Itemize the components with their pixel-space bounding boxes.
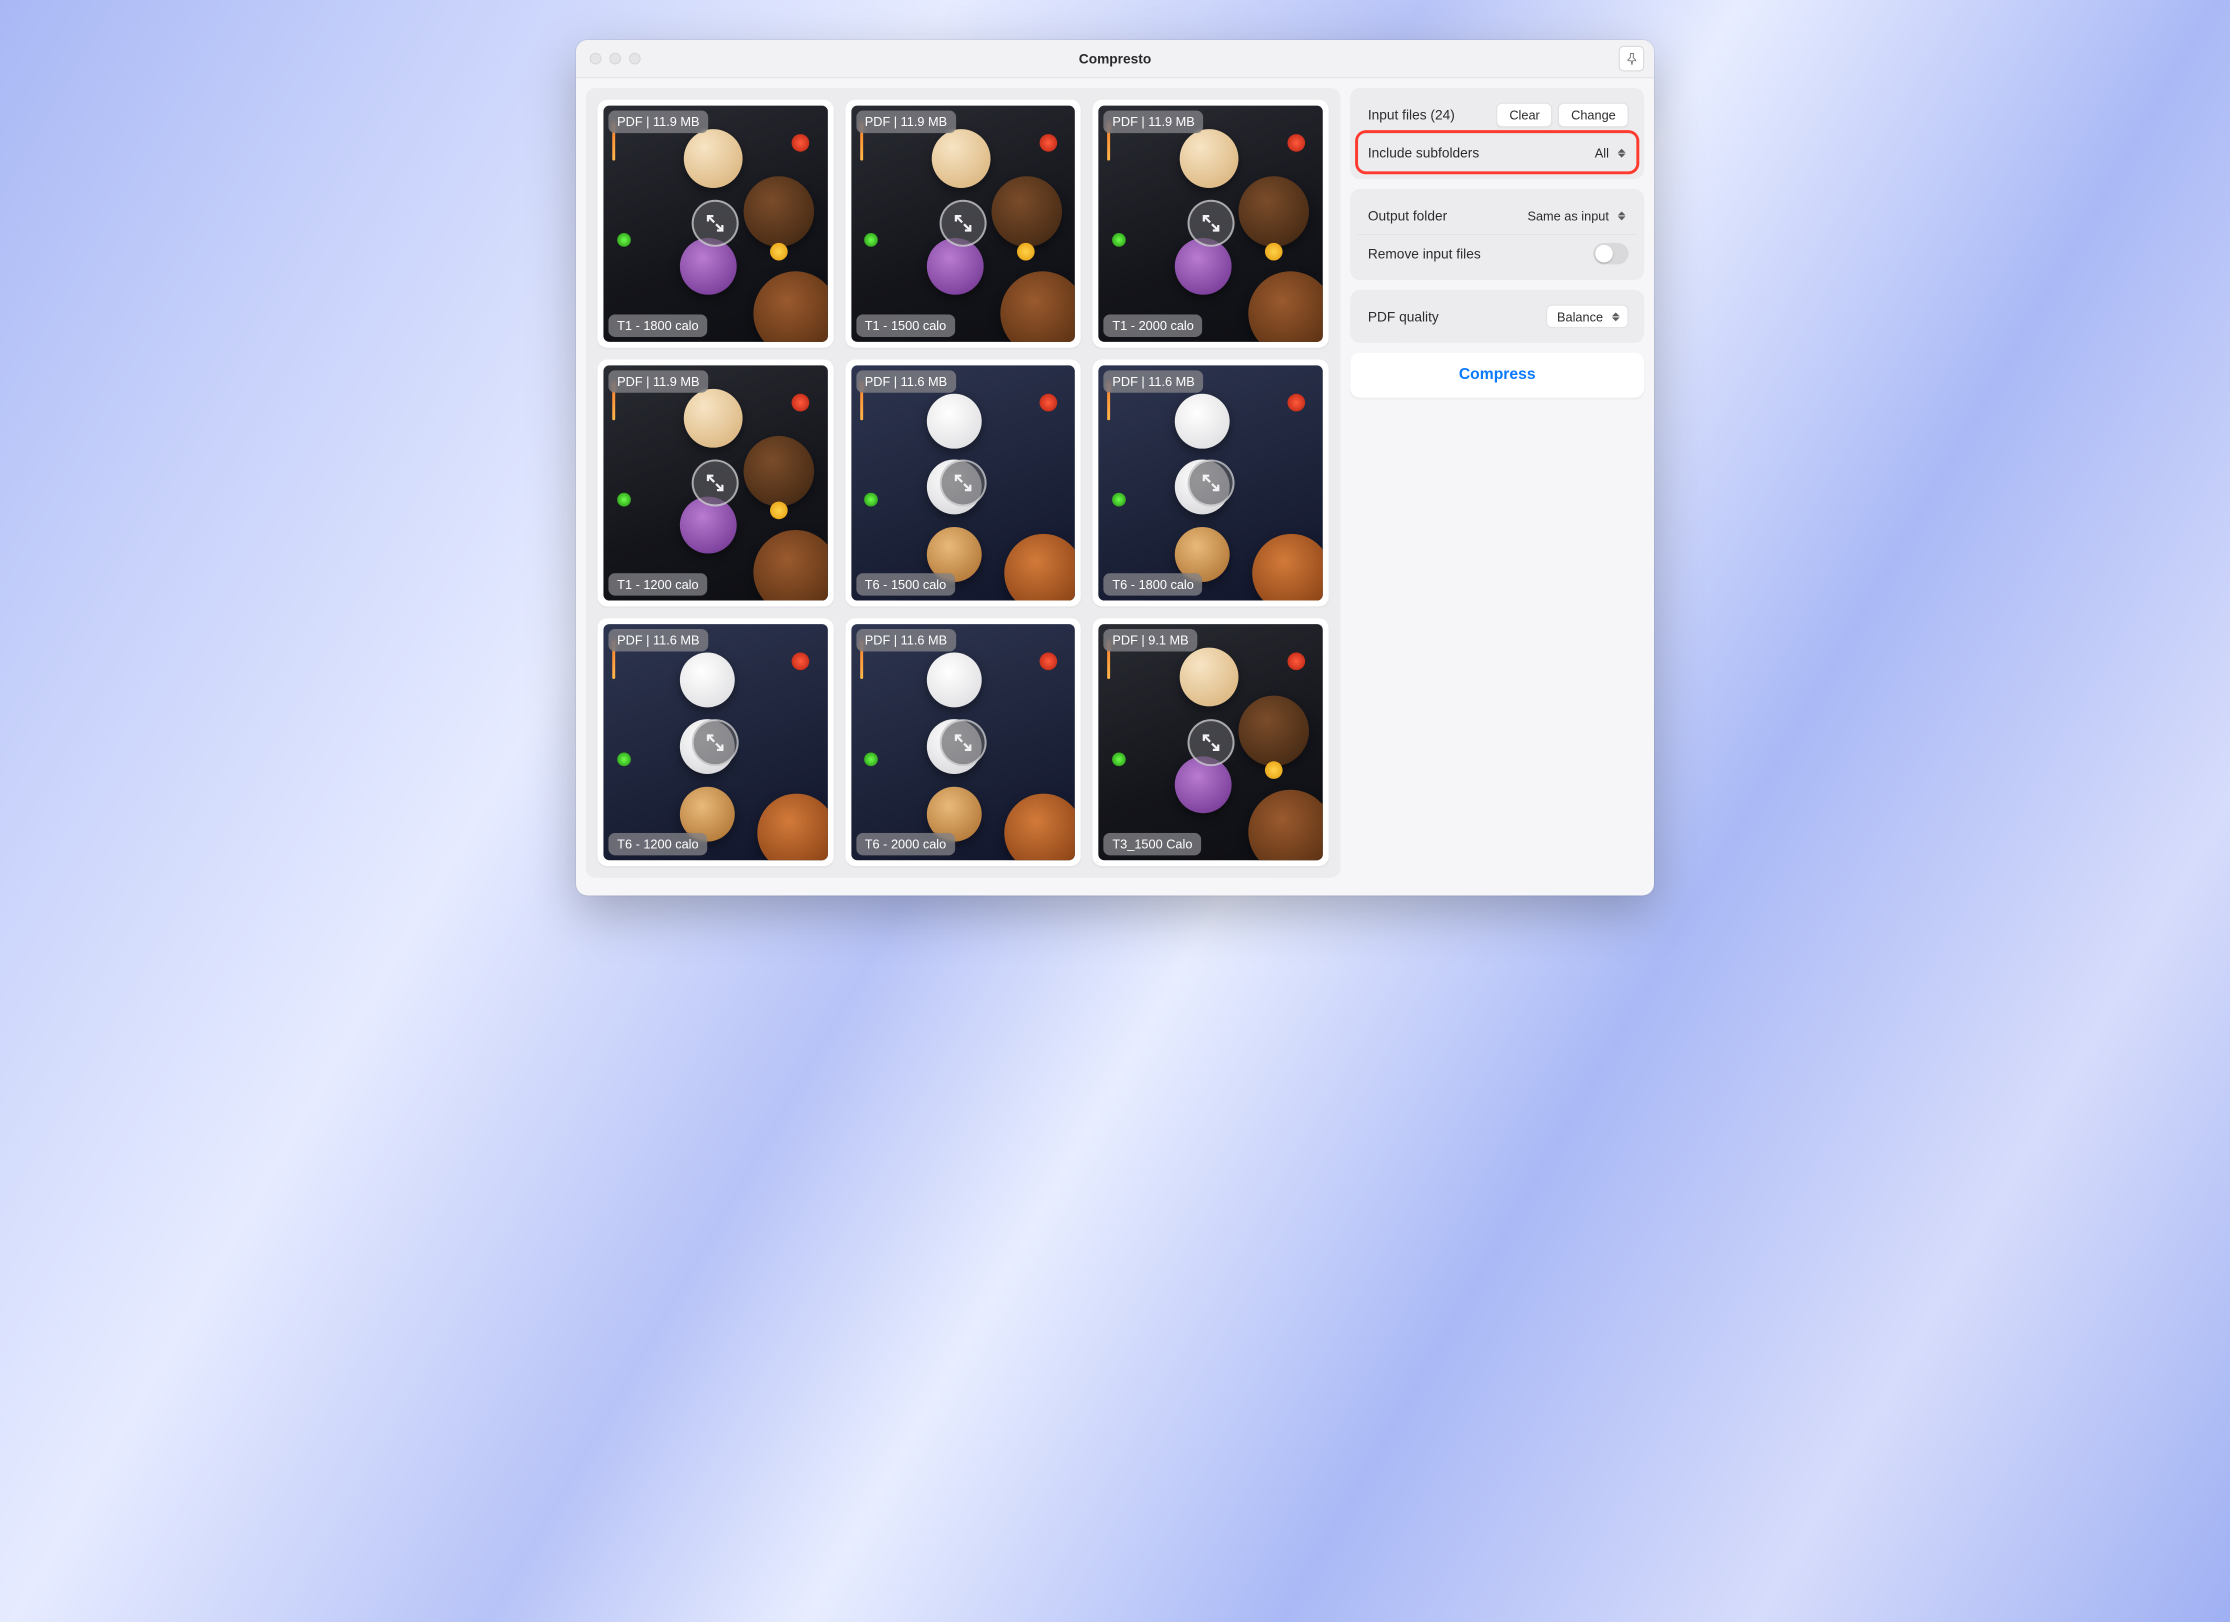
expand-icon	[1200, 472, 1222, 494]
clear-button[interactable]: Clear	[1497, 102, 1553, 127]
file-name-badge: T6 - 1800 calo	[1104, 574, 1203, 597]
file-tile[interactable]: PDF | 11.9 MB T1 - 2000 calo	[1093, 100, 1329, 348]
input-files-panel: Input files (24) Clear Change Include su…	[1350, 88, 1644, 179]
expand-button[interactable]	[1187, 459, 1234, 506]
expand-icon	[1200, 213, 1222, 235]
expand-button[interactable]	[692, 459, 739, 506]
file-name-badge: T1 - 1800 calo	[608, 314, 707, 337]
file-name-badge: T1 - 1500 calo	[856, 314, 955, 337]
file-tile[interactable]: PDF | 11.6 MB T6 - 2000 calo	[845, 619, 1081, 867]
include-subfolders-label: Include subfolders	[1368, 145, 1479, 161]
expand-button[interactable]	[1187, 719, 1234, 766]
expand-icon	[952, 472, 974, 494]
file-tile[interactable]: PDF | 11.6 MB T6 - 1800 calo	[1093, 359, 1329, 607]
pdf-quality-row: PDF quality Balance	[1358, 298, 1636, 335]
pdf-quality-value: Balance	[1557, 309, 1603, 324]
content: PDF | 11.9 MB T1 - 1800 calo PDF | 11.9 …	[576, 78, 1654, 895]
expand-button[interactable]	[940, 459, 987, 506]
pdf-quality-select[interactable]: Balance	[1546, 305, 1628, 329]
expand-icon	[705, 732, 727, 754]
compress-button[interactable]: Compress	[1350, 353, 1644, 398]
file-type-size-badge: PDF | 11.9 MB	[608, 370, 708, 393]
file-type-size-badge: PDF | 11.6 MB	[1104, 370, 1204, 393]
stepper-icon	[1609, 309, 1623, 325]
expand-button[interactable]	[940, 719, 987, 766]
file-type-size-badge: PDF | 9.1 MB	[1104, 629, 1198, 652]
remove-input-row: Remove input files	[1358, 234, 1636, 272]
expand-icon	[952, 732, 974, 754]
stepper-icon	[1615, 145, 1629, 161]
output-folder-select[interactable]: Same as input	[1518, 205, 1629, 227]
output-folder-row: Output folder Same as input	[1358, 197, 1636, 234]
file-name-badge: T6 - 2000 calo	[856, 833, 955, 856]
expand-icon	[952, 213, 974, 235]
file-tile[interactable]: PDF | 11.9 MB T1 - 1800 calo	[598, 100, 834, 348]
pin-window-button[interactable]	[1619, 46, 1644, 71]
file-type-size-badge: PDF | 11.6 MB	[856, 370, 956, 393]
file-name-badge: T1 - 1200 calo	[608, 574, 707, 597]
stepper-icon	[1615, 208, 1629, 224]
pdf-quality-label: PDF quality	[1368, 309, 1439, 325]
file-type-size-badge: PDF | 11.9 MB	[1104, 111, 1204, 134]
file-name-badge: T1 - 2000 calo	[1104, 314, 1203, 337]
expand-icon	[1200, 732, 1222, 754]
input-files-row: Input files (24) Clear Change	[1358, 96, 1636, 133]
pdf-quality-panel: PDF quality Balance	[1350, 290, 1644, 343]
file-name-badge: T6 - 1500 calo	[856, 574, 955, 597]
app-window: Compresto PDF | 11.9 MB T1 - 1800 calo P…	[576, 40, 1654, 896]
file-name-badge: T6 - 1200 calo	[608, 833, 707, 856]
compress-panel: Compress	[1350, 353, 1644, 398]
file-tile[interactable]: PDF | 11.6 MB T6 - 1500 calo	[845, 359, 1081, 607]
expand-button[interactable]	[692, 200, 739, 247]
include-subfolders-select[interactable]: All	[1585, 142, 1629, 164]
file-name-badge: T3_1500 Calo	[1104, 833, 1202, 856]
file-tile[interactable]: PDF | 11.6 MB T6 - 1200 calo	[598, 619, 834, 867]
remove-input-toggle[interactable]	[1593, 243, 1628, 265]
include-subfolders-value: All	[1595, 145, 1609, 160]
file-type-size-badge: PDF | 11.9 MB	[856, 111, 956, 134]
file-gallery: PDF | 11.9 MB T1 - 1800 calo PDF | 11.9 …	[586, 88, 1341, 878]
pin-icon	[1625, 52, 1638, 65]
file-type-size-badge: PDF | 11.6 MB	[856, 629, 956, 652]
expand-button[interactable]	[692, 719, 739, 766]
file-tile[interactable]: PDF | 9.1 MB T3_1500 Calo	[1093, 619, 1329, 867]
file-type-size-badge: PDF | 11.9 MB	[608, 111, 708, 134]
expand-icon	[705, 472, 727, 494]
change-button[interactable]: Change	[1558, 102, 1628, 127]
remove-input-label: Remove input files	[1368, 246, 1481, 262]
window-title: Compresto	[576, 51, 1654, 67]
titlebar: Compresto	[576, 40, 1654, 78]
expand-button[interactable]	[1187, 200, 1234, 247]
file-tile[interactable]: PDF | 11.9 MB T1 - 1500 calo	[845, 100, 1081, 348]
include-subfolders-row: Include subfolders All	[1358, 133, 1636, 171]
expand-button[interactable]	[940, 200, 987, 247]
input-files-label: Input files (24)	[1368, 107, 1455, 123]
output-folder-value: Same as input	[1527, 208, 1608, 223]
sidebar: Input files (24) Clear Change Include su…	[1350, 88, 1644, 878]
expand-icon	[705, 213, 727, 235]
output-folder-label: Output folder	[1368, 208, 1447, 224]
file-type-size-badge: PDF | 11.6 MB	[608, 629, 708, 652]
file-tile[interactable]: PDF | 11.9 MB T1 - 1200 calo	[598, 359, 834, 607]
output-panel: Output folder Same as input Remove input…	[1350, 189, 1644, 280]
